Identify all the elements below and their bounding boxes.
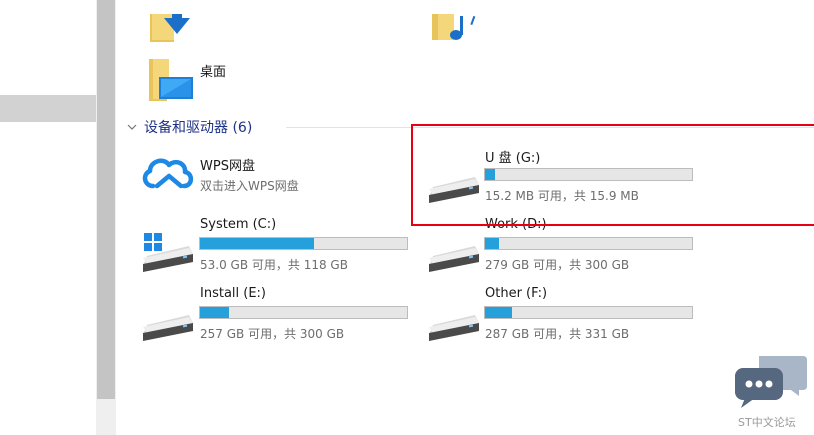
windows-logo-icon xyxy=(144,233,162,251)
desktop-label[interactable]: 桌面 xyxy=(200,61,226,80)
wps-cloud-icon[interactable] xyxy=(139,152,195,192)
drive-usage-bar-f xyxy=(484,306,693,319)
drive-name-f[interactable]: Other (F:) xyxy=(485,286,547,301)
highlight-box xyxy=(411,124,814,226)
nav-pane-selected-item[interactable] xyxy=(0,95,96,122)
drive-name-c[interactable]: System (C:) xyxy=(200,217,276,232)
devices-group-title[interactable]: 设备和驱动器 (6) xyxy=(144,117,252,137)
drive-usage-bar-c xyxy=(199,237,408,250)
wps-drive-name[interactable]: WPS网盘 xyxy=(200,155,255,174)
chevron-down-icon[interactable] xyxy=(126,118,138,130)
install-drive-icon[interactable] xyxy=(141,309,195,343)
drive-space-c: 53.0 GB 可用，共 118 GB xyxy=(200,258,348,272)
drive-usage-fill-c xyxy=(200,238,314,249)
downloads-folder-icon[interactable] xyxy=(150,14,190,42)
watermark-text: ST中文论坛 xyxy=(738,416,796,429)
drive-usage-fill-d xyxy=(485,238,500,249)
drive-usage-fill-f xyxy=(485,307,512,318)
nav-pane-scroll-thumb[interactable] xyxy=(97,0,115,399)
other-drive-icon[interactable] xyxy=(427,309,481,343)
wps-drive-subtitle: 双击进入WPS网盘 xyxy=(200,179,299,193)
drive-usage-bar-e xyxy=(199,306,408,319)
drive-space-f: 287 GB 可用，共 331 GB xyxy=(485,327,630,341)
drive-name-e[interactable]: Install (E:) xyxy=(200,286,266,301)
drive-space-e: 257 GB 可用，共 300 GB xyxy=(200,327,345,341)
work-drive-icon[interactable] xyxy=(427,240,481,274)
drive-usage-fill-e xyxy=(200,307,229,318)
drive-space-d: 279 GB 可用，共 300 GB xyxy=(485,258,630,272)
chat-bubble-icon xyxy=(735,352,807,410)
desktop-folder-icon[interactable] xyxy=(147,57,195,103)
drive-usage-bar-d xyxy=(484,237,693,250)
music-folder-icon[interactable] xyxy=(432,14,482,42)
